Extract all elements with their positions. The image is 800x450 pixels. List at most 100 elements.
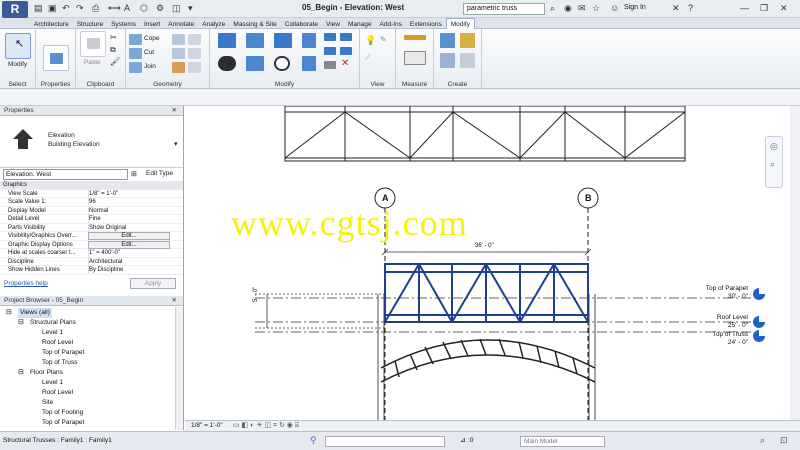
search-input[interactable]: parametric truss (463, 3, 545, 15)
property-row[interactable]: Visibility/Graphics Overr... Edit... (0, 232, 183, 241)
save-icon[interactable]: ▣ (48, 3, 57, 15)
trim-icon[interactable] (302, 56, 316, 71)
subscription-icon[interactable]: ◉ (564, 3, 572, 15)
3d-view-icon[interactable]: ⬡ (140, 3, 148, 15)
close-icon[interactable]: ✕ (780, 3, 788, 15)
workset-dropdown[interactable] (325, 436, 445, 447)
apply-button[interactable]: Apply (130, 278, 176, 289)
join-icon[interactable] (129, 62, 142, 73)
instance-selector[interactable]: Elevation: West (3, 169, 128, 180)
property-row[interactable]: Parts Visibility Show Original (0, 223, 183, 232)
property-value[interactable]: Show Original (88, 223, 174, 232)
split-icon[interactable] (324, 33, 336, 41)
exchange-icon[interactable]: ✕ (672, 3, 680, 15)
browser-item[interactable]: Top of Parapet (0, 418, 183, 428)
undo-icon[interactable]: ↶ (62, 3, 70, 15)
create-similar-icon[interactable] (460, 53, 475, 68)
type-properties-button[interactable] (43, 45, 69, 71)
selected-truss[interactable] (384, 263, 589, 323)
paint-icon[interactable] (188, 34, 201, 45)
remove-paint-icon[interactable] (188, 48, 201, 59)
property-row[interactable]: Discipline Architectural (0, 257, 183, 266)
create-assembly-icon[interactable] (440, 33, 455, 48)
mirror-axis-icon[interactable] (274, 33, 292, 48)
mirror-draw-icon[interactable] (302, 33, 316, 48)
browser-item[interactable]: ⊟ Views (all) (0, 308, 183, 318)
delete-icon[interactable]: ✕ (341, 58, 349, 69)
create-parts-icon[interactable] (460, 33, 475, 48)
graphics-group[interactable]: Graphics (0, 181, 183, 190)
browser-item[interactable]: Top of Footing (0, 408, 183, 418)
edit-type-icon[interactable]: ⊞ (131, 170, 137, 178)
move-icon[interactable] (218, 56, 236, 71)
split-gap-icon[interactable] (340, 33, 352, 41)
cut-icon[interactable]: ✂ (110, 33, 117, 42)
measure-icon[interactable]: ⟷ (108, 3, 121, 15)
collapse-icon[interactable]: ⊟ (18, 318, 24, 328)
offset-icon[interactable] (246, 33, 264, 48)
navigation-bar[interactable]: ◎ ⌕ (765, 136, 783, 188)
measure-distance-icon[interactable] (404, 35, 426, 40)
rotate-icon[interactable] (274, 56, 290, 71)
property-value[interactable]: 96 (88, 198, 174, 206)
property-row[interactable]: Display Model Normal (0, 206, 183, 215)
pin-icon[interactable] (324, 61, 336, 69)
browser-item[interactable]: ⊟ Floor Plans (0, 368, 183, 378)
copy-icon[interactable]: ⧉ (110, 45, 116, 55)
cope-icon[interactable] (129, 34, 142, 45)
property-row[interactable]: Scale Value 1: 96 (0, 198, 183, 207)
scale-icon[interactable] (340, 47, 352, 55)
view-scale[interactable]: 1/8" = 1'-0" (191, 422, 223, 429)
demolish-icon[interactable] (172, 62, 185, 73)
property-row[interactable]: Detail Level Fine (0, 215, 183, 224)
align-icon[interactable] (218, 33, 236, 48)
property-value[interactable]: 1" = 400'-0" (88, 249, 174, 257)
property-value[interactable]: Edit... (88, 232, 170, 240)
paste-button[interactable] (80, 31, 106, 57)
tab-modify[interactable]: Modify (445, 18, 475, 29)
join-label[interactable]: Join (144, 63, 156, 70)
split-face-icon[interactable] (172, 34, 185, 45)
steering-wheel-icon[interactable]: ◎ (770, 141, 778, 152)
collapse-icon[interactable]: ⊟ (18, 368, 24, 378)
browser-item[interactable]: ⊟ Structural Plans (0, 318, 183, 328)
cut-geometry-icon[interactable] (129, 48, 142, 59)
zoom-icon[interactable]: ⌕ (770, 159, 775, 170)
filter-selection-icon[interactable]: ⌕ (760, 435, 765, 446)
browser-item[interactable]: Roof Level (0, 338, 183, 348)
property-row[interactable]: View Scale 1/8" = 1'-0" (0, 189, 183, 198)
property-value[interactable]: 1/8" = 1'-0" (88, 189, 174, 198)
text-icon[interactable]: A (124, 3, 130, 15)
redo-icon[interactable]: ↷ (76, 3, 84, 15)
print-icon[interactable]: ⎙ (92, 3, 99, 15)
detail-level-icon[interactable]: ▭ ◧ ◐ ☀ ◫ ⌗ ↻ ◉ ⌸ (233, 421, 299, 430)
browser-item[interactable]: Roof Level (0, 388, 183, 398)
create-group-icon[interactable] (440, 53, 455, 68)
help-icon[interactable]: ? (688, 3, 693, 15)
browser-item[interactable]: Top of Parapet (0, 348, 183, 358)
property-row[interactable]: Show Hidden Lines By Discipline (0, 266, 183, 275)
level-head-parapet[interactable] (753, 288, 765, 300)
communication-icon[interactable]: ✉ (578, 3, 586, 15)
modify-button[interactable]: ↖ (5, 33, 31, 59)
design-option-dropdown[interactable]: Main Model (520, 436, 605, 447)
property-value[interactable]: Architectural (88, 257, 174, 266)
property-row[interactable]: Graphic Display Options Edit... (0, 240, 183, 249)
arch-truss[interactable] (380, 338, 596, 383)
filter-icon[interactable]: ⊿ (460, 436, 466, 444)
property-value[interactable]: By Discipline (88, 266, 174, 274)
level-head-truss[interactable] (753, 330, 765, 342)
beam-join-icon[interactable] (188, 62, 201, 73)
browser-item[interactable]: Level 1 (0, 378, 183, 388)
properties-help-link[interactable]: Properties help (4, 280, 48, 287)
copy-element-icon[interactable] (246, 56, 264, 71)
wall-joins-icon[interactable] (172, 48, 185, 59)
open-icon[interactable]: ▤ (34, 3, 43, 15)
drawing-canvas[interactable]: A B 36' - 0" 5' - 0" www.cgtsj.com Top o… (185, 105, 800, 420)
hide-icon[interactable]: 💡 (365, 35, 376, 46)
close-icon[interactable]: ✕ (172, 296, 177, 306)
drag-elements-icon[interactable]: ⊡ (780, 435, 788, 446)
browser-scrollbar[interactable] (175, 307, 183, 430)
settings-icon[interactable]: ⚙ (156, 3, 164, 15)
collapse-icon[interactable]: ⊟ (6, 308, 12, 318)
